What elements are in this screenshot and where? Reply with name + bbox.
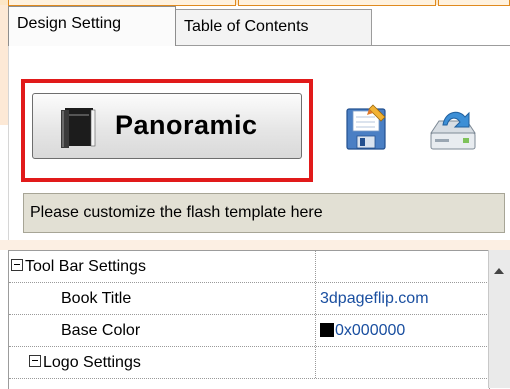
export-icon[interactable] [425, 103, 481, 155]
property-value-cell[interactable]: 3dpageflip.com [315, 283, 487, 314]
property-value-cell [315, 347, 487, 378]
book-icon [61, 108, 96, 148]
hint-message-text: Please customize the flash template here [30, 204, 323, 221]
property-value-cell[interactable]: 0x000000 [315, 315, 487, 346]
property-row-book-title[interactable]: Book Title 3dpageflip.com [9, 283, 489, 315]
tab-design-setting[interactable]: Design Setting [8, 6, 176, 46]
property-name-cell: Tool Bar Settings [9, 251, 317, 282]
tab-design-setting-label: Design Setting [17, 15, 122, 32]
property-name-cell: Logo Settings [9, 347, 315, 378]
property-grid[interactable]: Tool Bar Settings Book Title 3dpageflip.… [8, 250, 490, 389]
property-value: 0x000000 [335, 322, 406, 339]
property-row-tool-bar-settings[interactable]: Tool Bar Settings [9, 251, 489, 283]
outer-tab-edge [438, 0, 510, 6]
property-name: Logo Settings [43, 354, 141, 371]
collapse-icon[interactable] [29, 354, 41, 367]
property-name: Base Color [61, 322, 141, 339]
panoramic-template-button[interactable]: Panoramic [32, 93, 302, 159]
property-name: Tool Bar Settings [25, 258, 146, 275]
panoramic-template-label: Panoramic [115, 110, 258, 140]
hint-message-box: Please customize the flash template here [23, 193, 505, 233]
property-value: 3dpageflip.com [320, 290, 429, 307]
property-row-logo-settings[interactable]: Logo Settings [9, 347, 489, 379]
scroll-up-icon[interactable] [494, 268, 504, 274]
property-name-cell: Base Color [9, 315, 315, 346]
tab-table-of-contents[interactable]: Table of Contents [176, 9, 372, 45]
property-value-cell [315, 251, 487, 282]
tab-table-of-contents-label: Table of Contents [184, 18, 309, 35]
panel-separator [0, 240, 510, 250]
property-name: Book Title [61, 290, 132, 307]
left-background-strip [0, 5, 8, 125]
collapse-icon[interactable] [11, 258, 23, 271]
window-top-strip [0, 0, 510, 6]
color-swatch [320, 322, 334, 337]
vertical-scrollbar[interactable] [488, 250, 510, 388]
property-row-base-color[interactable]: Base Color 0x000000 [9, 315, 489, 347]
outer-tab-edge [238, 0, 436, 6]
property-name-cell: Book Title [9, 283, 315, 314]
save-template-icon[interactable] [345, 103, 391, 153]
